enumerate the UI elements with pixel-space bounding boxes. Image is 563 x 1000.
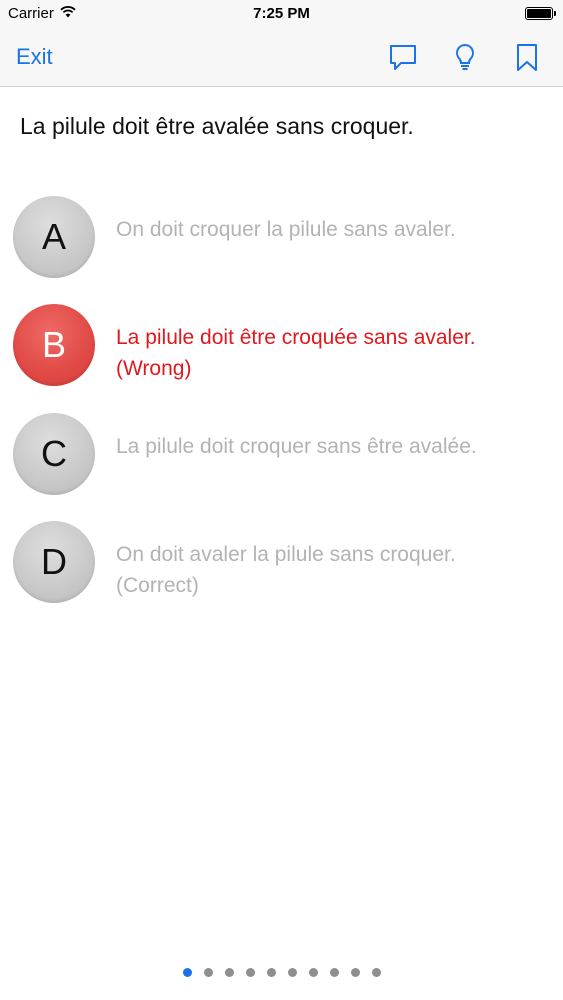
answer-text[interactable]: La pilule doit être croquée sans avaler.…: [116, 322, 536, 384]
answer-letter-badge[interactable]: C: [13, 413, 95, 495]
lightbulb-icon[interactable]: [450, 42, 480, 72]
page-indicator: [0, 968, 563, 977]
page-dot[interactable]: [245, 968, 255, 977]
answer-letter-badge[interactable]: B: [13, 304, 95, 386]
page-dot[interactable]: [329, 968, 339, 977]
page-dot[interactable]: [182, 968, 192, 977]
answer-option-c[interactable]: C La pilule doit croquer sans être avalé…: [13, 413, 553, 495]
question-text: La pilule doit être avalée sans croquer.: [20, 113, 414, 139]
navigation-bar: Exit: [0, 30, 563, 87]
page-dot[interactable]: [224, 968, 234, 977]
page-dot[interactable]: [308, 968, 318, 977]
answer-option-a[interactable]: A On doit croquer la pilule sans avaler.: [13, 196, 553, 278]
answer-text[interactable]: On doit avaler la pilule sans croquer. (…: [116, 539, 536, 601]
answer-text[interactable]: On doit croquer la pilule sans avaler.: [116, 214, 536, 245]
answer-letter-badge[interactable]: A: [13, 196, 95, 278]
answer-letter-badge[interactable]: D: [13, 521, 95, 603]
page-dot[interactable]: [350, 968, 360, 977]
page-dot[interactable]: [203, 968, 213, 977]
page-dot[interactable]: [371, 968, 381, 977]
comment-icon[interactable]: [388, 42, 418, 72]
answer-option-b[interactable]: B La pilule doit être croquée sans avale…: [13, 304, 553, 386]
exit-button[interactable]: Exit: [16, 44, 53, 70]
page-dot[interactable]: [266, 968, 276, 977]
answer-text[interactable]: La pilule doit croquer sans être avalée.: [116, 431, 536, 462]
bookmark-icon[interactable]: [512, 42, 542, 72]
battery-icon: [525, 7, 556, 20]
page-dot[interactable]: [287, 968, 297, 977]
status-bar: Carrier 7:25 PM: [0, 0, 563, 30]
answer-option-d[interactable]: D On doit avaler la pilule sans croquer.…: [13, 521, 553, 603]
status-time: 7:25 PM: [253, 5, 310, 22]
